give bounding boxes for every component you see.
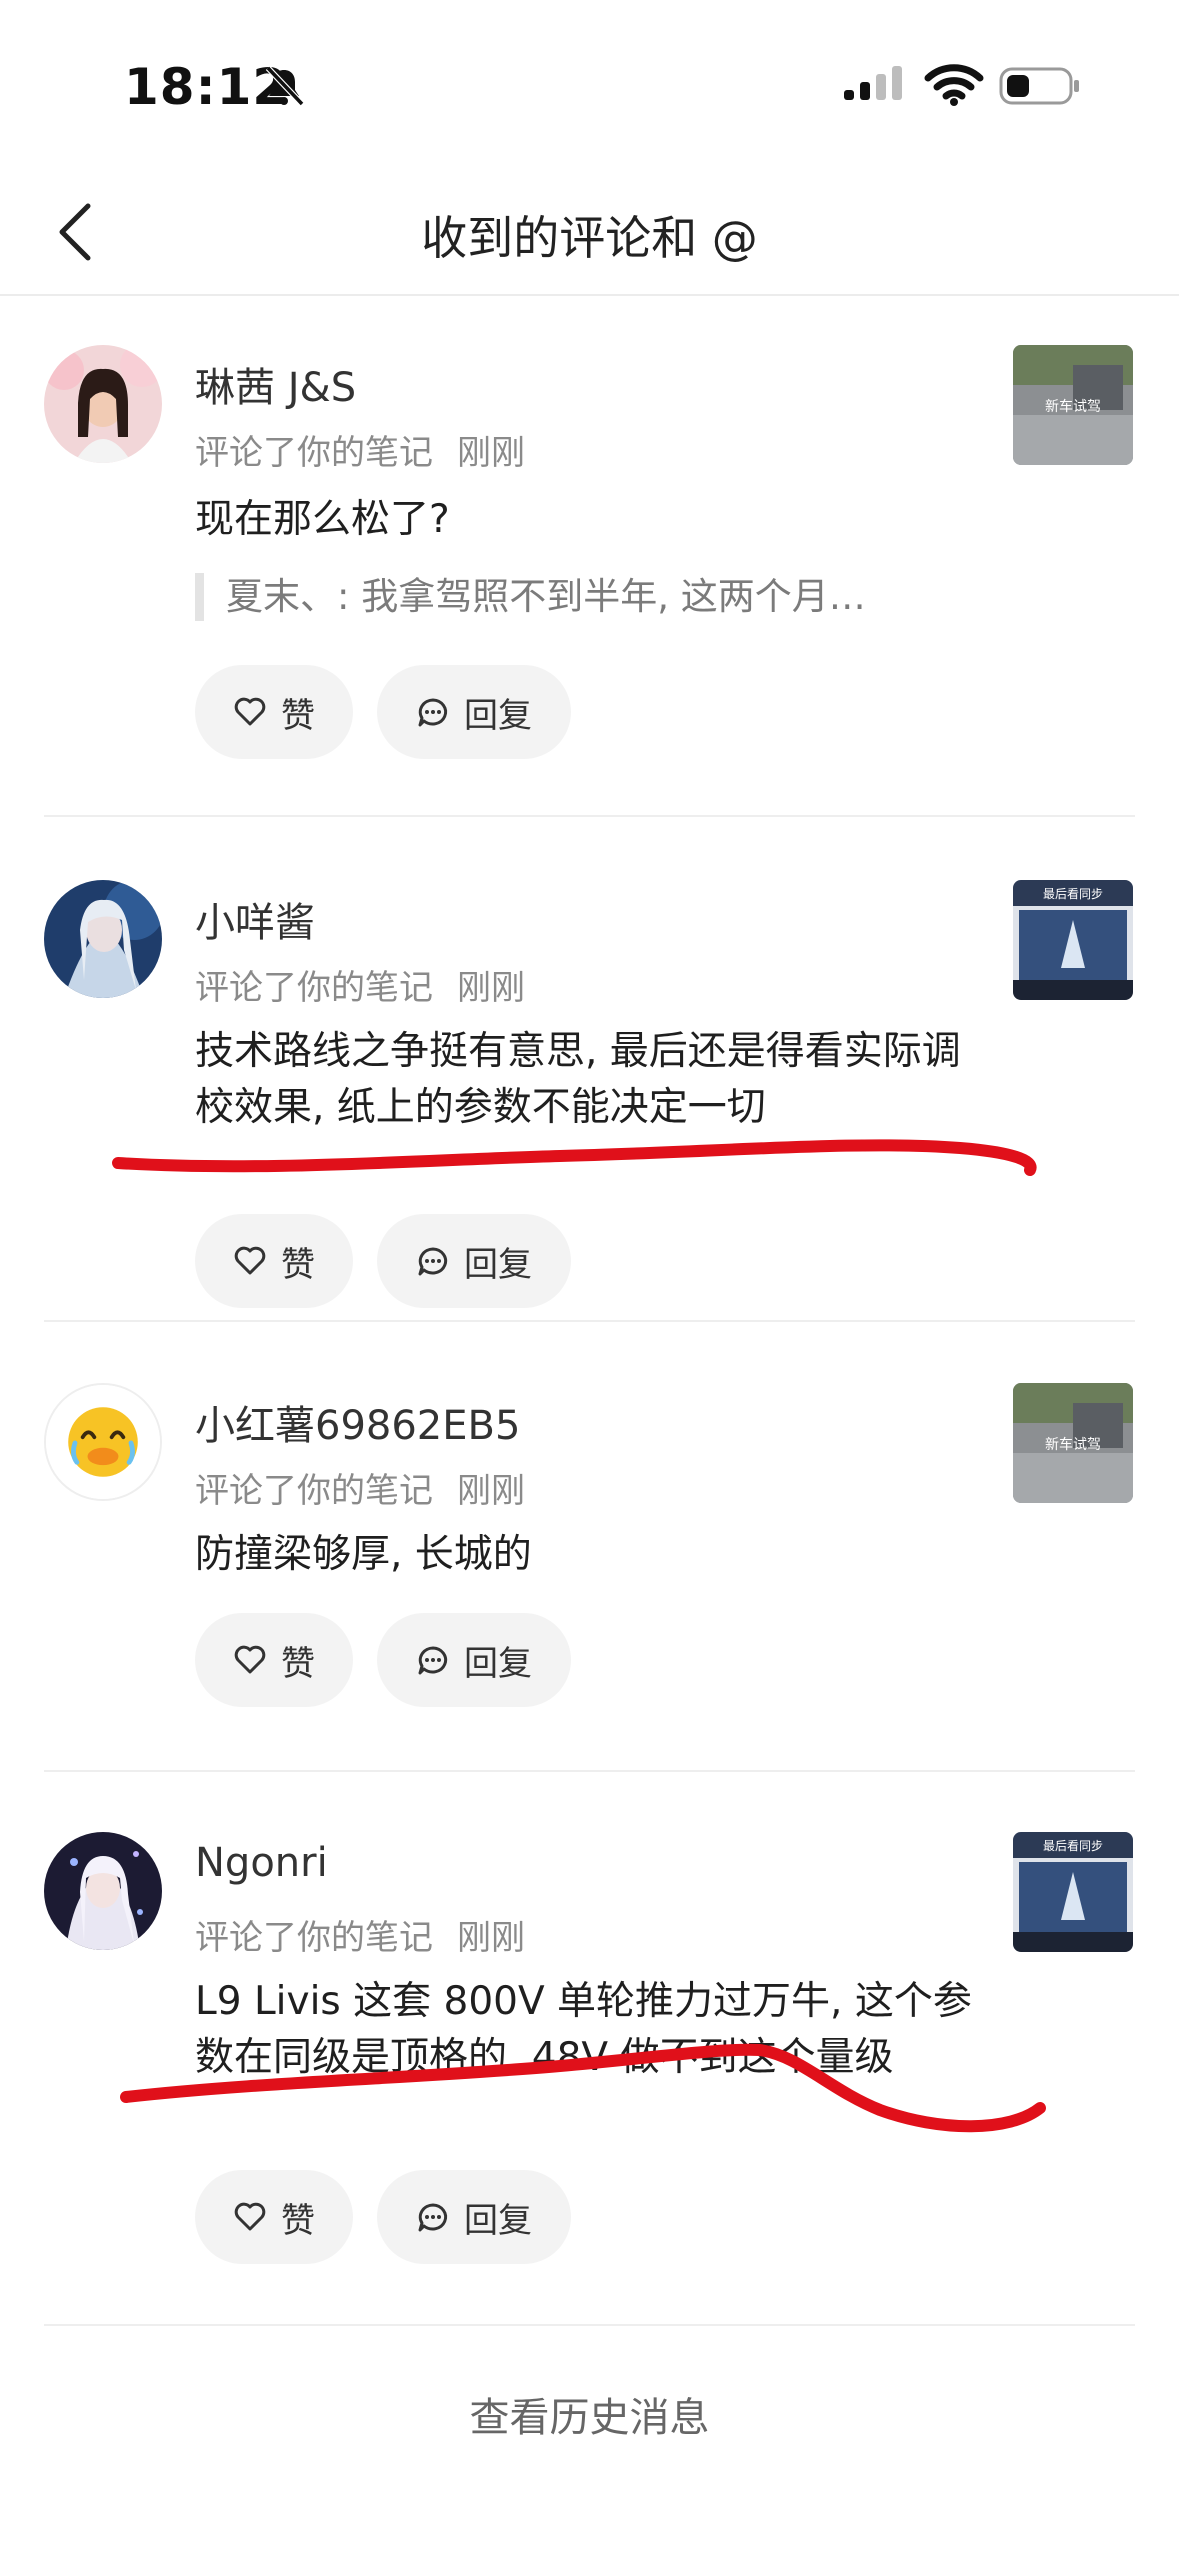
meta-time: 刚刚	[457, 1918, 525, 1958]
heart-icon	[234, 2202, 266, 2231]
nav-bar: 收到的评论和 @	[0, 170, 1179, 296]
page-title: 收到的评论和 @	[421, 211, 758, 265]
meta-action: 评论了你的笔记	[195, 433, 433, 473]
meta-time: 刚刚	[457, 968, 525, 1008]
divider	[44, 1770, 1135, 1772]
avatar[interactable]	[44, 880, 162, 998]
thumb-caption: 最后看同步	[1043, 1839, 1103, 1853]
meta-action: 评论了你的笔记	[195, 1471, 433, 1511]
chat-bubble-icon	[418, 2203, 448, 2232]
reply-button[interactable]: 回复	[377, 2170, 571, 2264]
reply-label: 回复	[464, 2200, 532, 2241]
meta-time: 刚刚	[457, 433, 525, 473]
quoted-comment[interactable]: 夏末、: 我拿驾照不到半年, 这两个月…	[195, 573, 1016, 621]
username[interactable]: 琳茜 J&S	[195, 355, 356, 413]
note-thumbnail[interactable]: 新车试驾	[1013, 345, 1133, 465]
comment-text: 技术路线之争挺有意思, 最后还是得看实际调校效果, 纸上的参数不能决定一切	[195, 1029, 961, 1130]
like-button[interactable]: 赞	[195, 1214, 353, 1308]
username[interactable]: Ngonri	[195, 1840, 328, 1886]
avatar[interactable]	[44, 345, 162, 463]
battery-icon	[999, 67, 1079, 105]
comment-item[interactable]: Ngonri 评论了你的笔记 刚刚 L9 Livis 这套 800V 单轮推力过万…	[0, 1832, 1179, 2322]
reply-label: 回复	[464, 1244, 532, 1285]
comment-text: 现在那么松了?	[195, 497, 450, 542]
comment-item[interactable]: 小咩酱 评论了你的笔记 刚刚 技术路线之争挺有意思, 最后还是得看实际调校效果, …	[0, 880, 1179, 1320]
status-bar: 18:12	[0, 0, 1179, 170]
meta-action: 评论了你的笔记	[195, 968, 433, 1008]
comment-meta: 评论了你的笔记 刚刚	[195, 960, 525, 1009]
chat-bubble-icon	[418, 698, 448, 727]
comment-item[interactable]: 琳茜 J&S 评论了你的笔记 刚刚 现在那么松了? 夏末、: 我拿驾照不到半年, …	[0, 345, 1179, 815]
like-label: 赞	[281, 1244, 315, 1285]
reply-label: 回复	[464, 695, 532, 736]
heart-icon	[234, 1645, 266, 1674]
reply-button[interactable]: 回复	[377, 1214, 571, 1308]
like-label: 赞	[281, 2200, 315, 2241]
comment-meta: 评论了你的笔记 刚刚	[195, 1910, 525, 1959]
cellular-signal-icon	[844, 66, 902, 100]
chat-bubble-icon	[418, 1247, 448, 1276]
divider	[44, 1320, 1135, 1322]
note-thumbnail[interactable]: 最后看同步	[1013, 1832, 1133, 1952]
avatar[interactable]	[44, 1832, 162, 1950]
meta-time: 刚刚	[457, 1471, 525, 1511]
reply-button[interactable]: 回复	[377, 1613, 571, 1707]
avatar[interactable]	[44, 1383, 162, 1501]
divider	[44, 815, 1135, 817]
comment-item[interactable]: 小红薯69862EB5 评论了你的笔记 刚刚 防撞梁够厚, 长城的 赞 回复 新车…	[0, 1383, 1179, 1773]
comment-text: L9 Livis 这套 800V 单轮推力过万牛, 这个参数在同级是顶格的, 4…	[195, 1979, 972, 2080]
comment-meta: 评论了你的笔记 刚刚	[195, 1463, 525, 1512]
view-history-link[interactable]: 查看历史消息	[0, 2385, 1179, 2443]
comment-meta: 评论了你的笔记 刚刚	[195, 425, 525, 474]
thumb-caption: 最后看同步	[1043, 887, 1103, 901]
reply-label: 回复	[464, 1643, 532, 1684]
like-label: 赞	[281, 1643, 315, 1684]
thumb-caption: 新车试驾	[1045, 1436, 1101, 1453]
username[interactable]: 小咩酱	[195, 890, 315, 948]
bell-muted-icon	[265, 65, 305, 107]
like-label: 赞	[281, 695, 315, 736]
like-button[interactable]: 赞	[195, 665, 353, 759]
note-thumbnail[interactable]: 最后看同步	[1013, 880, 1133, 1000]
like-button[interactable]: 赞	[195, 2170, 353, 2264]
comment-text: 防撞梁够厚, 长城的	[195, 1532, 532, 1577]
like-button[interactable]: 赞	[195, 1613, 353, 1707]
thumb-caption: 新车试驾	[1045, 398, 1101, 415]
chat-bubble-icon	[418, 1646, 448, 1675]
reply-button[interactable]: 回复	[377, 665, 571, 759]
note-thumbnail[interactable]: 新车试驾	[1013, 1383, 1133, 1503]
heart-icon	[234, 1246, 266, 1275]
heart-icon	[234, 697, 266, 726]
username[interactable]: 小红薯69862EB5	[195, 1393, 520, 1451]
wifi-icon	[924, 64, 984, 106]
divider	[44, 2324, 1135, 2326]
meta-action: 评论了你的笔记	[195, 1918, 433, 1958]
